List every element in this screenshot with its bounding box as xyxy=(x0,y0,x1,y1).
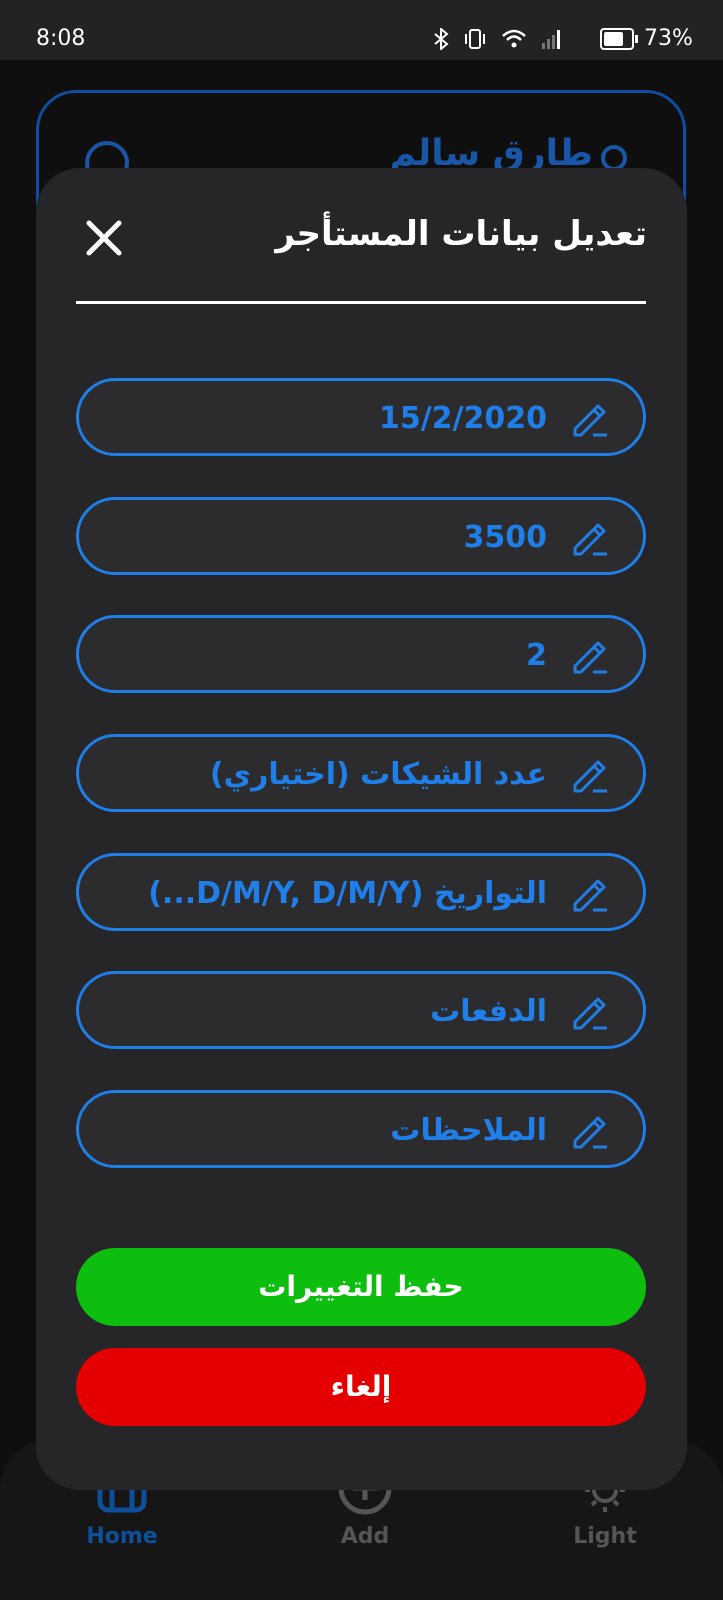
nav-add-label: Add xyxy=(340,1524,390,1549)
battery-icon xyxy=(600,28,638,50)
edit-tenant-dialog: تعديل بيانات المستأجر 15/2/2020 3500 2 ع… xyxy=(36,168,687,1490)
notes-field[interactable]: الملاحظات xyxy=(76,1090,646,1168)
count-value: 2 xyxy=(526,638,547,673)
rent-amount-field[interactable]: 3500 xyxy=(76,497,646,575)
rent-amount-value: 3500 xyxy=(463,520,548,555)
battery-percent: 73% xyxy=(644,26,693,51)
edit-icon xyxy=(573,404,607,437)
cheques-count-field[interactable]: عدد الشيكات (اختياري) xyxy=(76,734,646,812)
edit-icon xyxy=(573,523,607,556)
payments-field[interactable]: الدفعات xyxy=(76,971,646,1049)
title-divider xyxy=(76,301,646,304)
cheques-count-placeholder: عدد الشيكات (اختياري) xyxy=(209,757,547,792)
wifi-icon xyxy=(501,28,527,53)
count-field[interactable]: 2 xyxy=(76,615,646,693)
edit-icon xyxy=(573,997,607,1030)
status-time: 8:08 xyxy=(36,26,86,51)
edit-icon xyxy=(573,641,607,674)
start-date-field[interactable]: 15/2/2020 xyxy=(76,378,646,456)
save-changes-button[interactable]: حفظ التغييرات xyxy=(76,1248,646,1326)
vibrate-icon xyxy=(463,28,487,53)
signal-icon xyxy=(541,28,563,53)
status-bar: 8:08 73% xyxy=(0,0,723,60)
bluetooth-icon xyxy=(433,26,449,53)
notes-placeholder: الملاحظات xyxy=(390,1113,547,1148)
edit-icon xyxy=(573,879,607,912)
start-date-value: 15/2/2020 xyxy=(378,401,547,436)
payments-placeholder: الدفعات xyxy=(430,994,547,1029)
status-icons xyxy=(433,26,563,53)
cancel-button[interactable]: إلغاء xyxy=(76,1348,646,1426)
dates-field[interactable]: التواريخ (D/M/Y, D/M/Y...) xyxy=(76,853,646,931)
edit-icon xyxy=(573,760,607,793)
close-icon[interactable] xyxy=(84,218,124,258)
dates-placeholder: التواريخ (D/M/Y, D/M/Y...) xyxy=(148,876,547,911)
edit-icon xyxy=(573,1116,607,1149)
nav-light-label: Light xyxy=(573,1524,637,1549)
nav-home-label: Home xyxy=(86,1524,158,1549)
dialog-title: تعديل بيانات المستأجر xyxy=(275,214,647,254)
